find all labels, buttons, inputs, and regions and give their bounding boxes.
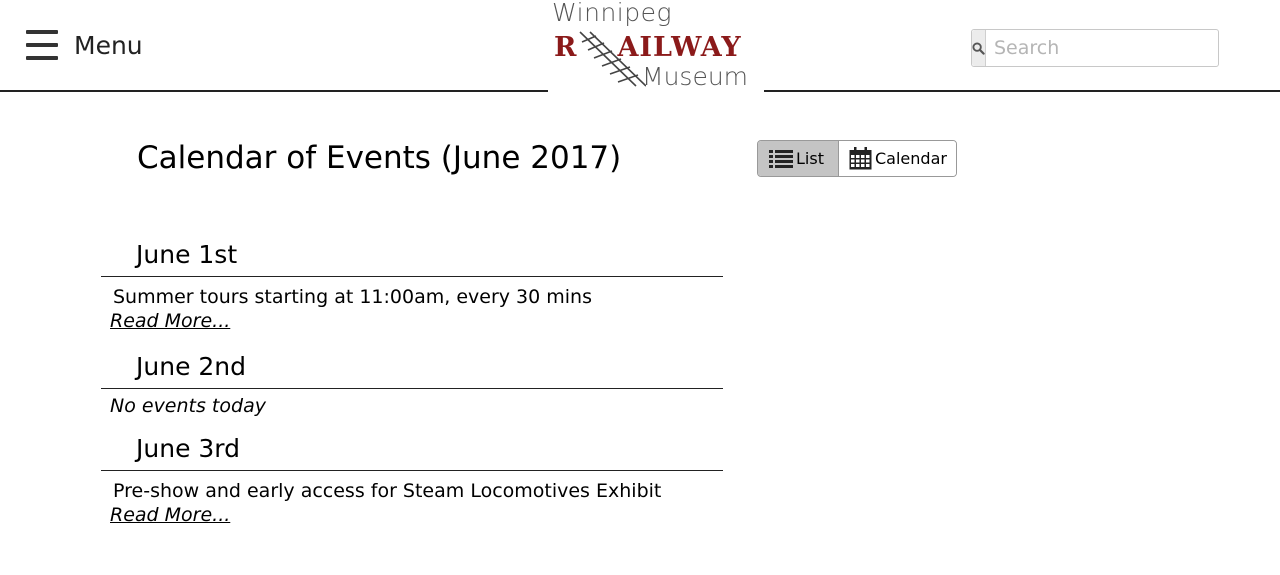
menu-button[interactable]: Menu <box>26 30 143 60</box>
day-june-2: June 2nd No events today <box>101 352 723 417</box>
read-more-link[interactable]: Read More... <box>101 504 230 526</box>
logo-letter-r: R <box>554 32 578 63</box>
read-more-link[interactable]: Read More... <box>101 310 230 332</box>
logo-line-winnipeg: Winnipeg <box>552 0 673 27</box>
logo-line-railway: R AILWAY <box>554 32 742 63</box>
list-view-button[interactable]: List <box>758 141 839 176</box>
list-icon <box>769 149 793 168</box>
page-title: Calendar of Events (June 2017) <box>137 140 622 176</box>
site-header: Menu Winnipeg R AILWAY Museum <box>0 0 1280 92</box>
logo-line-museum: Museum <box>642 62 749 91</box>
calendar-view-button[interactable]: Calendar <box>839 141 956 176</box>
day-date: June 1st <box>136 240 238 269</box>
calendar-icon <box>849 147 872 170</box>
list-view-label: List <box>796 149 824 168</box>
search-box <box>971 29 1239 67</box>
event-description: Summer tours starting at 11:00am, every … <box>113 286 592 308</box>
search-input[interactable] <box>986 30 1239 66</box>
search-icon <box>972 41 985 55</box>
day-date: June 2nd <box>136 352 247 381</box>
day-header: June 3rd <box>101 434 723 471</box>
view-toggle: List Calendar <box>757 140 957 177</box>
day-june-3: June 3rd Pre-show and early access for S… <box>101 434 723 526</box>
event-description: Pre-show and early access for Steam Loco… <box>113 480 662 502</box>
search-button[interactable] <box>972 30 986 66</box>
day-date: June 3rd <box>136 434 241 463</box>
menu-label: Menu <box>74 30 143 60</box>
calendar-view-label: Calendar <box>875 149 947 168</box>
no-events-text: No events today <box>110 395 266 417</box>
site-logo[interactable]: Winnipeg R AILWAY Museum <box>548 0 764 92</box>
logo-word-ailway: AILWAY <box>617 32 742 63</box>
day-header: June 2nd <box>101 352 723 389</box>
day-june-1: June 1st Summer tours starting at 11:00a… <box>101 240 723 332</box>
day-header: June 1st <box>101 240 723 277</box>
hamburger-icon <box>26 30 58 60</box>
